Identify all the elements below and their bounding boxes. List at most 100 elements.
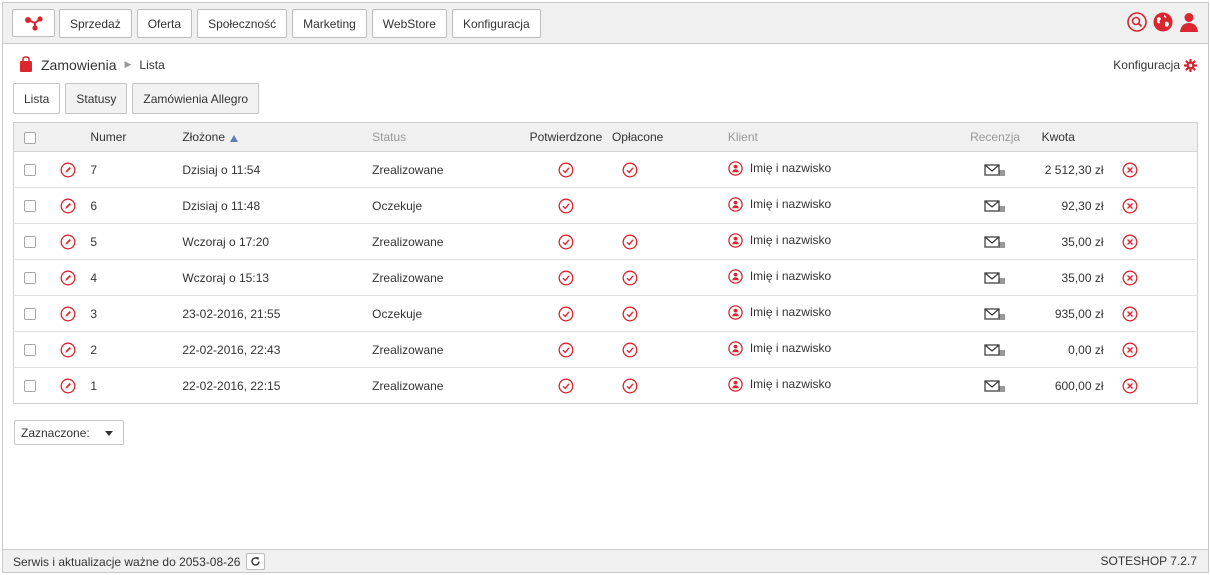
shopping-bag-icon bbox=[19, 56, 33, 73]
version-label: SOTESHOP 7.2.7 bbox=[1100, 554, 1198, 568]
review-mail-icon[interactable] bbox=[984, 379, 1006, 393]
review-mail-icon[interactable] bbox=[984, 199, 1006, 213]
refresh-button[interactable] bbox=[246, 553, 266, 570]
edit-icon[interactable] bbox=[60, 270, 76, 286]
column-client: Klient bbox=[727, 122, 949, 152]
user-circle-icon bbox=[728, 160, 743, 176]
refresh-icon bbox=[251, 557, 261, 566]
row-checkbox[interactable] bbox=[24, 272, 37, 285]
order-number: 6 bbox=[90, 198, 98, 213]
column-confirmed[interactable]: Potwierdzone bbox=[519, 122, 612, 152]
tab-lista[interactable]: Lista bbox=[13, 83, 61, 114]
order-date: 23-02-2016, 21:55 bbox=[182, 306, 281, 321]
row-checkbox[interactable] bbox=[24, 236, 37, 249]
row-checkbox[interactable] bbox=[24, 200, 37, 213]
confirmed-check-icon bbox=[558, 378, 574, 394]
main-menu: Sprzedaż Oferta Społeczność Marketing We… bbox=[59, 9, 541, 38]
client-link[interactable]: Imię i nazwisko bbox=[728, 268, 831, 284]
order-date: Dzisiaj o 11:48 bbox=[182, 198, 261, 213]
breadcrumb-section[interactable]: Zamowienia bbox=[41, 57, 116, 73]
order-amount: 2 512,30 zł bbox=[1044, 162, 1104, 177]
client-link[interactable]: Imię i nazwisko bbox=[728, 196, 832, 212]
configuration-link[interactable]: Konfiguracja bbox=[1113, 58, 1197, 72]
delete-icon[interactable] bbox=[1122, 342, 1138, 358]
client-link[interactable]: Imię i nazwisko bbox=[728, 232, 831, 248]
delete-icon[interactable] bbox=[1122, 378, 1138, 394]
order-date: 22-02-2016, 22:43 bbox=[182, 342, 281, 357]
client-link[interactable]: Imię i nazwisko bbox=[728, 160, 832, 176]
row-checkbox[interactable] bbox=[24, 308, 37, 321]
client-link[interactable]: Imię i nazwisko bbox=[728, 304, 832, 320]
client-name: Imię i nazwisko bbox=[749, 197, 832, 211]
column-number[interactable]: Numer bbox=[90, 122, 183, 152]
edit-icon[interactable] bbox=[60, 342, 76, 358]
nav-marketing[interactable]: Marketing bbox=[292, 9, 367, 38]
user-circle-icon bbox=[728, 304, 743, 320]
client-link[interactable]: Imię i nazwisko bbox=[728, 340, 831, 356]
tab-statusy[interactable]: Statusy bbox=[65, 83, 128, 114]
selected-actions-label: Zaznaczone: bbox=[21, 425, 90, 440]
column-paid-label: Opłacone bbox=[611, 130, 664, 144]
selected-actions-dropdown[interactable]: Zaznaczone: bbox=[14, 420, 124, 445]
order-date: 22-02-2016, 22:15 bbox=[182, 378, 281, 393]
nav-spolecznosc[interactable]: Społeczność bbox=[197, 9, 288, 38]
logo-button[interactable] bbox=[12, 9, 55, 37]
select-all-checkbox[interactable] bbox=[24, 131, 37, 144]
nav-oferta[interactable]: Oferta bbox=[136, 9, 193, 38]
nav-webstore[interactable]: WebStore bbox=[371, 9, 447, 38]
client-name: Imię i nazwisko bbox=[749, 161, 832, 175]
delete-icon[interactable] bbox=[1122, 198, 1138, 214]
order-status: Zrealizowane bbox=[372, 234, 444, 249]
footer-bar: Serwis i aktualizacje ważne do 2053-08-2… bbox=[3, 549, 1208, 572]
paid-check-icon bbox=[622, 342, 638, 358]
logo-icon bbox=[24, 16, 43, 31]
edit-icon[interactable] bbox=[60, 198, 76, 214]
breadcrumb: Zamowienia ▶ Lista bbox=[19, 56, 165, 73]
table-row: 7 Dzisiaj o 11:54 Zrealizowane Imię i nazwi… bbox=[13, 151, 1198, 188]
confirmed-check-icon bbox=[558, 162, 574, 178]
client-link[interactable]: Imię i nazwisko bbox=[728, 376, 831, 392]
edit-icon[interactable] bbox=[60, 234, 76, 250]
order-amount: 935,00 zł bbox=[1054, 306, 1104, 321]
review-mail-icon[interactable] bbox=[984, 343, 1006, 357]
row-checkbox[interactable] bbox=[24, 380, 37, 393]
order-amount: 35,00 zł bbox=[1061, 270, 1104, 285]
client-name: Imię i nazwisko bbox=[749, 305, 832, 319]
row-checkbox[interactable] bbox=[24, 344, 37, 357]
globe-icon[interactable] bbox=[1152, 11, 1174, 33]
edit-icon[interactable] bbox=[60, 306, 76, 322]
order-date: Wczoraj o 15:13 bbox=[182, 270, 270, 285]
user-icon[interactable] bbox=[1178, 11, 1200, 33]
delete-icon[interactable] bbox=[1122, 270, 1138, 286]
tab-zamowienia-allegro[interactable]: Zamówienia Allegro bbox=[132, 83, 260, 114]
user-circle-icon bbox=[728, 268, 743, 284]
table-row: 2 22-02-2016, 22:43 Zrealizowane Imię i naz… bbox=[13, 331, 1198, 368]
order-number: 5 bbox=[90, 234, 98, 249]
column-amount[interactable]: Kwota bbox=[1041, 122, 1112, 152]
review-mail-icon[interactable] bbox=[984, 307, 1006, 321]
review-mail-icon[interactable] bbox=[984, 163, 1006, 177]
column-placed[interactable]: Złożone bbox=[182, 122, 373, 152]
paid-check-icon bbox=[622, 162, 638, 178]
order-status: Oczekuje bbox=[372, 306, 423, 321]
confirmed-check-icon bbox=[558, 270, 574, 286]
search-icon[interactable] bbox=[1126, 11, 1148, 33]
paid-check-icon bbox=[622, 234, 638, 250]
nav-konfiguracja[interactable]: Konfiguracja bbox=[451, 9, 541, 38]
delete-icon[interactable] bbox=[1122, 234, 1138, 250]
table-row: 1 22-02-2016, 22:15 Zrealizowane Imię i naz… bbox=[14, 368, 1198, 404]
order-amount: 35,00 zł bbox=[1061, 234, 1104, 249]
review-mail-icon[interactable] bbox=[984, 235, 1006, 249]
edit-icon[interactable] bbox=[60, 378, 76, 394]
column-paid[interactable]: Opłacone bbox=[611, 122, 728, 152]
order-number: 2 bbox=[90, 342, 98, 357]
app-window: Sprzedaż Oferta Społeczność Marketing We… bbox=[2, 2, 1209, 573]
row-checkbox[interactable] bbox=[24, 164, 37, 177]
delete-icon[interactable] bbox=[1122, 162, 1138, 178]
delete-icon[interactable] bbox=[1122, 306, 1138, 322]
sort-ascending-icon bbox=[230, 135, 239, 142]
table-row: 5 Wczoraj o 17:20 Zrealizowane Imię i nazwi… bbox=[13, 223, 1198, 260]
review-mail-icon[interactable] bbox=[984, 271, 1006, 285]
nav-sprzedaz[interactable]: Sprzedaż bbox=[59, 9, 132, 38]
edit-icon[interactable] bbox=[60, 162, 76, 178]
